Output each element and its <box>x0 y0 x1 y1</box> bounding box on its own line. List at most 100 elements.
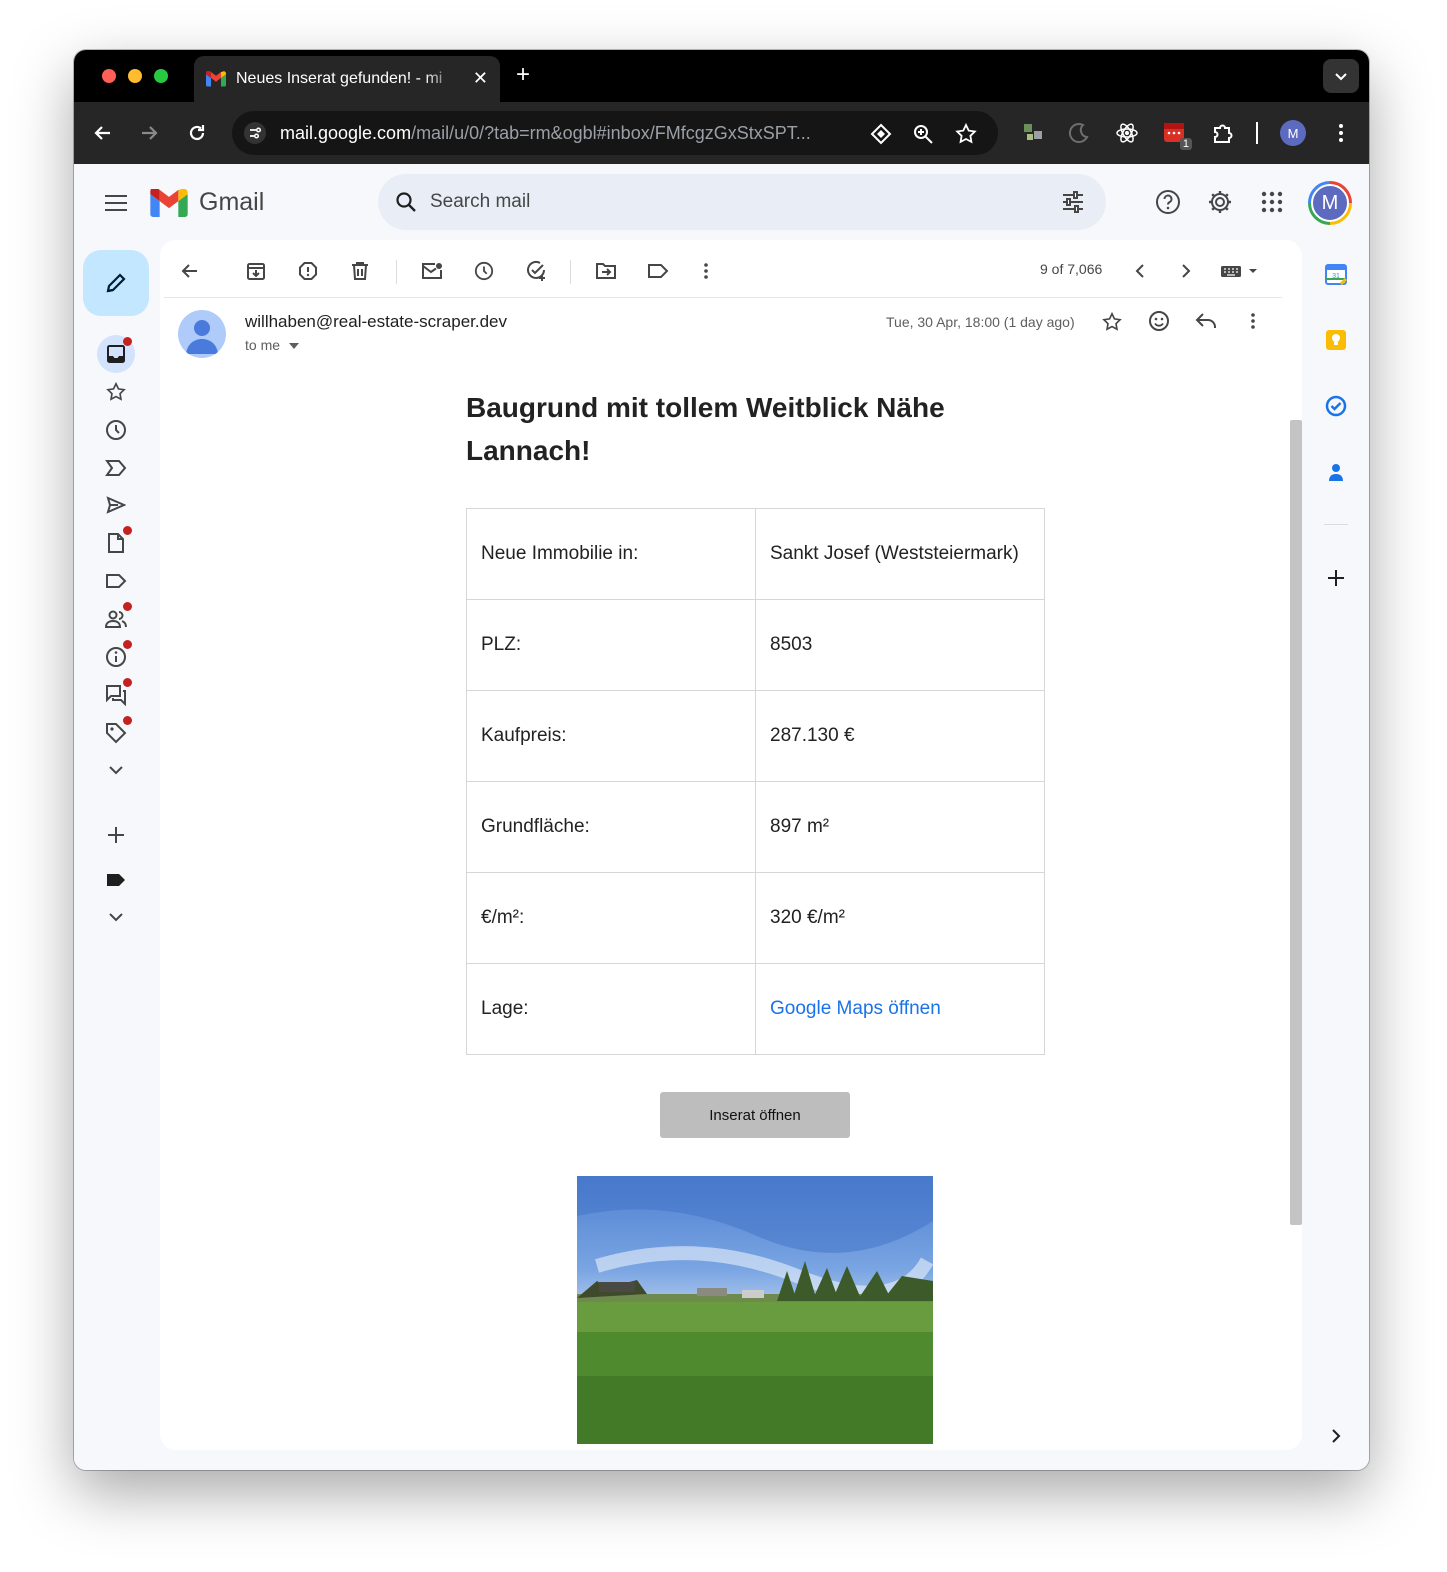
nav-forums[interactable] <box>102 678 132 709</box>
search-input[interactable]: Search mail <box>430 191 530 213</box>
unread-dot <box>123 716 132 725</box>
nav-inbox[interactable] <box>97 335 135 373</box>
message-view: 9 of 7,066 willhaben@real-estate-scraper… <box>160 240 1302 1450</box>
report-spam-button[interactable] <box>294 257 322 285</box>
nav-promotions[interactable] <box>102 716 132 747</box>
reply-icon <box>1195 313 1216 328</box>
meadow-photo-image <box>577 1176 933 1444</box>
labels-button[interactable] <box>644 257 672 285</box>
newer-message-button[interactable] <box>1126 257 1154 285</box>
google-account-button[interactable]: M <box>1308 181 1352 225</box>
cast-diamond-icon[interactable] <box>870 123 892 145</box>
zoom-window-button[interactable] <box>154 69 168 83</box>
reload-button[interactable] <box>184 120 210 146</box>
new-tab-icon[interactable]: + <box>516 62 530 88</box>
nav-drafts[interactable] <box>102 526 132 557</box>
property-table: Neue Immobilie in: Sankt Josef (Weststeie… <box>466 508 1045 1055</box>
nav-more[interactable] <box>102 756 130 784</box>
add-to-tasks-button[interactable] <box>522 257 550 285</box>
nav-labels-more[interactable] <box>102 903 130 931</box>
tab-search-button[interactable] <box>1323 59 1359 93</box>
older-message-button[interactable] <box>1172 257 1200 285</box>
nav-starred[interactable] <box>102 378 130 406</box>
address-bar[interactable]: mail.google.com/mail/u/0/?tab=rm&ogbl#in… <box>232 111 998 155</box>
message-count: 9 of 7,066 <box>1040 261 1103 277</box>
nav-sent[interactable] <box>102 491 130 519</box>
sender-email: willhaben@real-estate-scraper.dev <box>245 312 507 331</box>
table-row: €/m²: 320 €/m² <box>466 872 1045 964</box>
browser-menu-button[interactable] <box>1326 118 1356 148</box>
pencil-icon <box>106 273 126 293</box>
google-maps-link[interactable]: Google Maps öffnen <box>755 963 1045 1055</box>
forward-button[interactable] <box>136 120 162 146</box>
table-value: 897 m² <box>755 781 1045 873</box>
puzzle-icon <box>1214 124 1233 143</box>
search-options-icon[interactable] <box>1061 190 1085 214</box>
open-listing-button[interactable]: Inserat öffnen <box>660 1092 850 1138</box>
compose-button[interactable] <box>83 250 149 316</box>
mark-unread-button[interactable] <box>418 257 446 285</box>
star-message-button[interactable] <box>1098 308 1126 336</box>
archive-button[interactable] <box>242 257 270 285</box>
label-icon <box>648 264 669 278</box>
reply-button[interactable] <box>1192 307 1220 335</box>
get-addons-button[interactable] <box>1322 564 1350 592</box>
hide-side-panel-button[interactable] <box>1322 1422 1350 1450</box>
nav-social[interactable] <box>102 602 132 633</box>
extension-puzzle-green[interactable] <box>1018 118 1048 148</box>
message-more-button[interactable] <box>1239 307 1267 335</box>
snooze-button[interactable] <box>470 257 498 285</box>
extensions-menu-button[interactable] <box>1208 118 1238 148</box>
gmail-header: Gmail Search mail M <box>74 164 1369 240</box>
nav-updates[interactable] <box>102 640 132 671</box>
caret-down-icon <box>288 343 299 350</box>
listing-photo[interactable] <box>577 1176 933 1444</box>
zoom-icon[interactable] <box>912 123 934 145</box>
side-panel-divider <box>1324 524 1348 525</box>
table-value: Sankt Josef (Weststeiermark) <box>755 508 1045 600</box>
back-to-inbox-button[interactable] <box>176 257 204 285</box>
add-reaction-button[interactable] <box>1145 307 1173 335</box>
nav-important[interactable] <box>102 454 130 482</box>
gmail-logo-icon[interactable] <box>150 189 188 217</box>
search-icon[interactable] <box>394 190 418 214</box>
sender-avatar <box>178 310 226 358</box>
keep-app-button[interactable] <box>1322 326 1350 354</box>
scrollbar-thumb[interactable] <box>1290 420 1302 1225</box>
delete-button[interactable] <box>346 257 374 285</box>
input-tools-button[interactable] <box>1218 257 1262 285</box>
minimize-window-button[interactable] <box>128 69 142 83</box>
more-actions-button[interactable] <box>692 257 720 285</box>
tab-strip: Neues Inserat gefunden! - mi ✕ + <box>74 50 1369 102</box>
main-menu-button[interactable] <box>102 189 130 217</box>
calendar-app-button[interactable]: 31 <box>1322 260 1350 288</box>
account-avatar: M <box>1311 184 1349 222</box>
url-path: /mail/u/0/?tab=rm&ogbl#inbox/FMfcgzGxStx… <box>411 123 811 143</box>
nav-custom-label[interactable] <box>102 866 130 894</box>
info-icon <box>106 647 126 667</box>
nav-label-outline[interactable] <box>102 567 130 595</box>
recipient-details-button[interactable]: to me <box>245 337 299 353</box>
move-to-button[interactable] <box>592 257 620 285</box>
bookmark-star-icon[interactable] <box>954 122 978 146</box>
contacts-app-button[interactable] <box>1322 458 1350 486</box>
settings-button[interactable] <box>1206 188 1234 216</box>
nav-snoozed[interactable] <box>102 416 130 444</box>
search-bar[interactable]: Search mail <box>378 174 1106 230</box>
extension-react[interactable] <box>1112 118 1142 148</box>
back-button[interactable] <box>90 120 116 146</box>
extension-red-badge[interactable]: 1 <box>1160 118 1192 150</box>
tasks-app-button[interactable] <box>1322 392 1350 420</box>
person-icon <box>186 320 218 354</box>
google-apps-button[interactable] <box>1258 188 1286 216</box>
extension-moon[interactable] <box>1064 118 1094 148</box>
gmail-logo-text: Gmail <box>199 188 265 216</box>
table-label: Grundfläche: <box>466 781 756 873</box>
close-window-button[interactable] <box>102 69 116 83</box>
tab-close-icon[interactable]: ✕ <box>473 68 488 88</box>
add-task-icon <box>527 260 545 281</box>
profile-button[interactable]: M <box>1278 118 1308 148</box>
tab-gmail[interactable]: Neues Inserat gefunden! - mi ✕ <box>194 56 500 102</box>
support-button[interactable] <box>1154 188 1182 216</box>
create-label-button[interactable] <box>102 821 130 849</box>
